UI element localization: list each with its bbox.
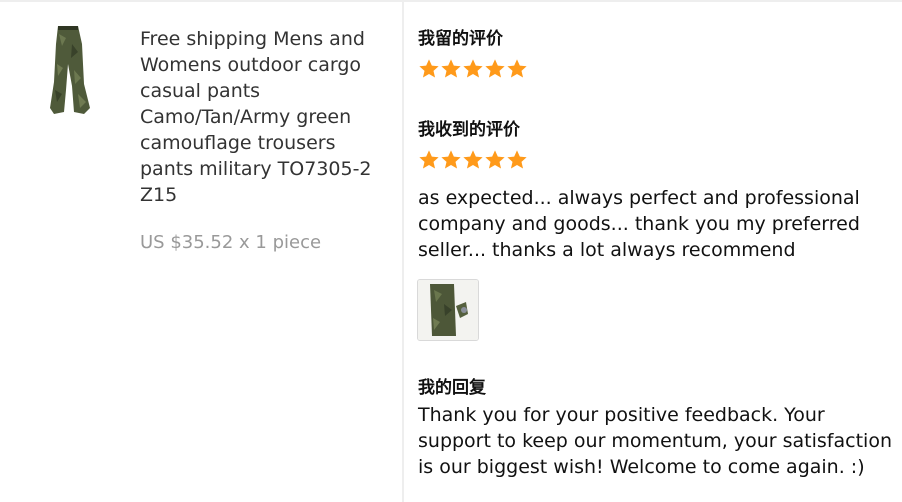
product-title[interactable]: Free shipping Mens and Womens outdoor ca… (140, 26, 380, 208)
star-icon (441, 150, 461, 169)
star-icon (507, 150, 527, 169)
camo-pants-icon (50, 26, 90, 114)
my-reply-text: Thank you for your positive feedback. Yo… (418, 404, 892, 478)
received-review-heading: 我收到的评价 (418, 120, 520, 140)
star-icon (441, 59, 461, 78)
my-review-stars (418, 58, 528, 80)
star-icon (463, 150, 483, 169)
product-image[interactable] (44, 24, 100, 116)
my-review-heading: 我留的评价 (418, 29, 503, 49)
column-divider (402, 2, 404, 502)
star-icon (507, 59, 527, 78)
star-icon (485, 150, 505, 169)
star-icon (463, 59, 483, 78)
received-review-text: as expected... always perfect and profes… (418, 187, 860, 261)
star-icon (419, 59, 439, 78)
product-price: US $35.52 x 1 piece (140, 232, 322, 253)
review-photo-thumbnail[interactable] (417, 279, 479, 341)
received-review-stars (418, 149, 528, 171)
star-icon (419, 150, 439, 169)
my-reply-heading: 我的回复 (418, 378, 486, 398)
star-icon (485, 59, 505, 78)
top-divider (0, 0, 902, 2)
review-photo-icon (418, 280, 478, 340)
